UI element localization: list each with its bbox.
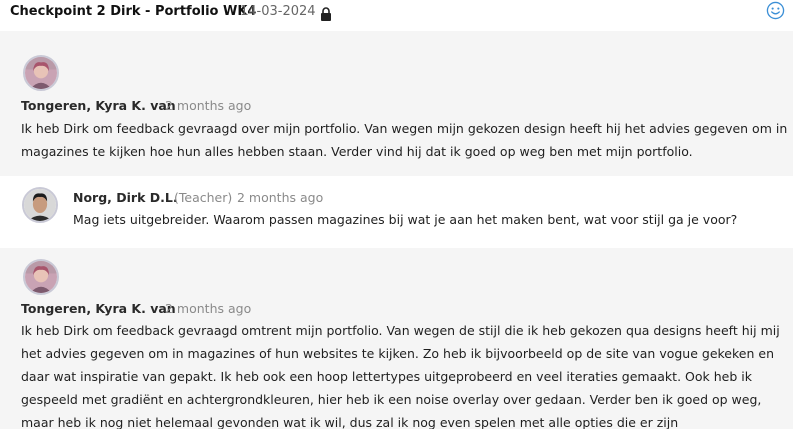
comment: Tongeren, Kyra K. van 2 months ago Ik he… xyxy=(0,31,793,176)
thread-date: 14-03-2024 xyxy=(240,4,316,19)
comment-text: Ik heb Dirk om feedback gevraagd over mi… xyxy=(21,121,788,159)
lock-icon xyxy=(320,6,332,21)
avatar xyxy=(23,55,59,91)
thread-title: Checkpoint 2 Dirk - Portfolio WK4 xyxy=(10,4,257,19)
avatar xyxy=(22,187,58,223)
comment-author: Norg, Dirk D.L. xyxy=(73,190,178,205)
comment-text: Mag iets uitgebreider. Waarom passen mag… xyxy=(73,212,738,227)
smiley-icon[interactable] xyxy=(766,1,785,20)
thread-header: Checkpoint 2 Dirk - Portfolio WK4 14-03-… xyxy=(0,0,793,28)
comment-time: 2 months ago xyxy=(237,190,324,205)
comment-author: Tongeren, Kyra K. van xyxy=(21,301,176,316)
comment-time: 2 months ago xyxy=(165,301,252,316)
avatar xyxy=(23,259,59,295)
comment-author: Tongeren, Kyra K. van xyxy=(21,98,176,113)
feedback-thread: Checkpoint 2 Dirk - Portfolio WK4 14-03-… xyxy=(0,0,793,429)
comment: Tongeren, Kyra K. van 2 months ago Ik he… xyxy=(0,248,793,429)
comment-role: (Teacher) xyxy=(174,190,233,205)
comment: Norg, Dirk D.L. (Teacher) 2 months ago M… xyxy=(0,176,793,248)
comment-time: 2 months ago xyxy=(165,98,252,113)
comment-text: Ik heb Dirk om feedback gevraagd omtrent… xyxy=(21,323,780,429)
